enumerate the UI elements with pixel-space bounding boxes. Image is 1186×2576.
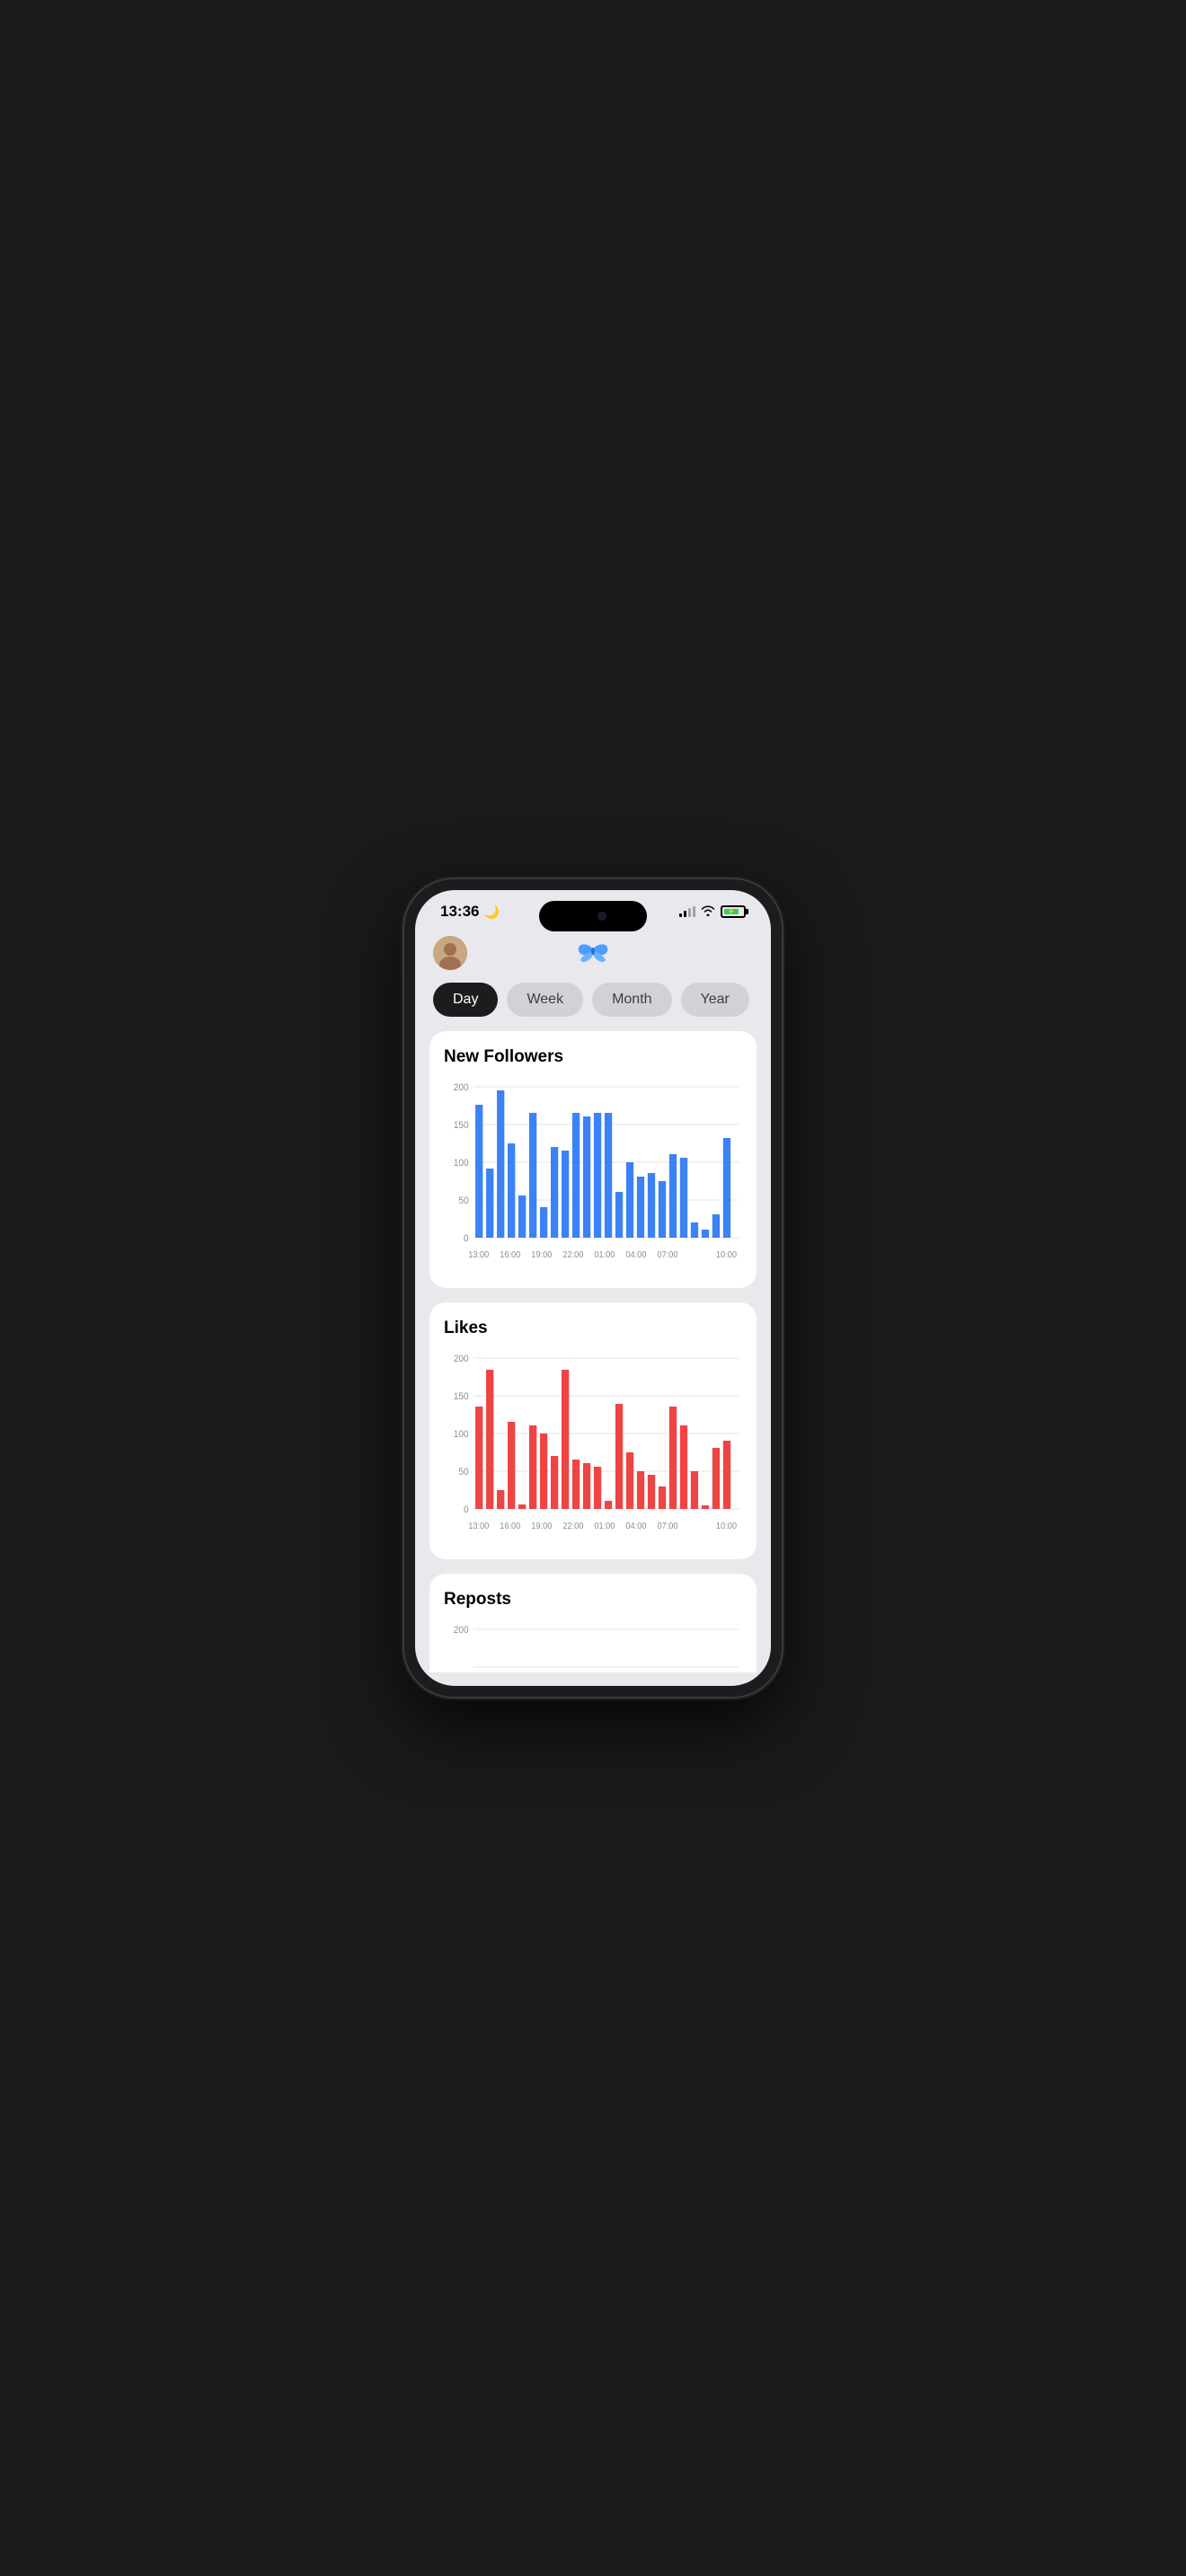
svg-text:13:00: 13:00 [468, 1250, 489, 1260]
svg-text:0: 0 [464, 1504, 469, 1515]
tab-year[interactable]: Year [681, 983, 749, 1017]
svg-text:07:00: 07:00 [657, 1522, 677, 1531]
svg-text:16:00: 16:00 [500, 1250, 520, 1260]
reposts-chart-svg: 200 [444, 1620, 742, 1672]
battery-icon: ⚡ [721, 905, 746, 918]
app-header [415, 928, 771, 975]
reposts-chart-title: Reposts [444, 1590, 742, 1610]
status-icons: ⚡ [679, 905, 746, 919]
followers-chart-card: New Followers 200 150 100 50 [429, 1031, 757, 1288]
tab-month[interactable]: Month [592, 983, 671, 1017]
svg-text:100: 100 [454, 1429, 469, 1440]
svg-text:0: 0 [464, 1233, 469, 1244]
svg-text:13:00: 13:00 [468, 1522, 489, 1531]
svg-text:150: 150 [454, 1391, 469, 1402]
likes-chart-area: 200 150 100 50 0 [444, 1349, 742, 1547]
signal-icon [679, 906, 695, 917]
scroll-content[interactable]: Day Week Month Year New Followers [415, 975, 771, 1672]
svg-text:22:00: 22:00 [562, 1522, 583, 1531]
followers-chart-svg: 200 150 100 50 0 [444, 1078, 742, 1275]
svg-text:19:00: 19:00 [531, 1250, 552, 1260]
dynamic-island [539, 901, 647, 931]
svg-text:04:00: 04:00 [625, 1250, 646, 1260]
time-display: 13:36 [440, 903, 479, 921]
svg-text:22:00: 22:00 [562, 1250, 583, 1260]
svg-text:10:00: 10:00 [716, 1522, 737, 1531]
wifi-icon [701, 905, 715, 919]
svg-text:01:00: 01:00 [594, 1250, 615, 1260]
likes-chart-svg: 200 150 100 50 0 [444, 1349, 742, 1547]
svg-text:200: 200 [454, 1082, 469, 1093]
svg-text:150: 150 [454, 1120, 469, 1131]
camera-dot [597, 912, 606, 921]
followers-chart-title: New Followers [444, 1047, 742, 1067]
avatar[interactable] [433, 936, 467, 970]
likes-chart-card: Likes 200 150 100 50 0 [429, 1302, 757, 1559]
followers-chart-area: 200 150 100 50 0 [444, 1078, 742, 1275]
svg-text:50: 50 [458, 1467, 468, 1478]
svg-text:200: 200 [454, 1354, 469, 1364]
tab-day[interactable]: Day [433, 983, 498, 1017]
reposts-chart-card: Reposts 200 [429, 1574, 757, 1672]
svg-text:07:00: 07:00 [657, 1250, 677, 1260]
svg-text:200: 200 [454, 1625, 469, 1636]
svg-text:16:00: 16:00 [500, 1522, 520, 1531]
svg-text:100: 100 [454, 1158, 469, 1169]
status-time: 13:36 🌙 [440, 903, 500, 921]
svg-text:10:00: 10:00 [716, 1250, 737, 1260]
phone-frame: 13:36 🌙 [404, 879, 782, 1697]
period-tabs: Day Week Month Year [415, 975, 771, 1031]
svg-text:50: 50 [458, 1195, 468, 1206]
reposts-chart-area: 200 [444, 1620, 742, 1672]
phone-screen: 13:36 🌙 [415, 890, 771, 1686]
svg-text:04:00: 04:00 [625, 1522, 646, 1531]
svg-text:01:00: 01:00 [594, 1522, 615, 1531]
svg-text:19:00: 19:00 [531, 1522, 552, 1531]
moon-icon: 🌙 [483, 904, 499, 920]
tab-week[interactable]: Week [507, 983, 583, 1017]
likes-chart-title: Likes [444, 1319, 742, 1338]
butterfly-logo [577, 935, 609, 970]
